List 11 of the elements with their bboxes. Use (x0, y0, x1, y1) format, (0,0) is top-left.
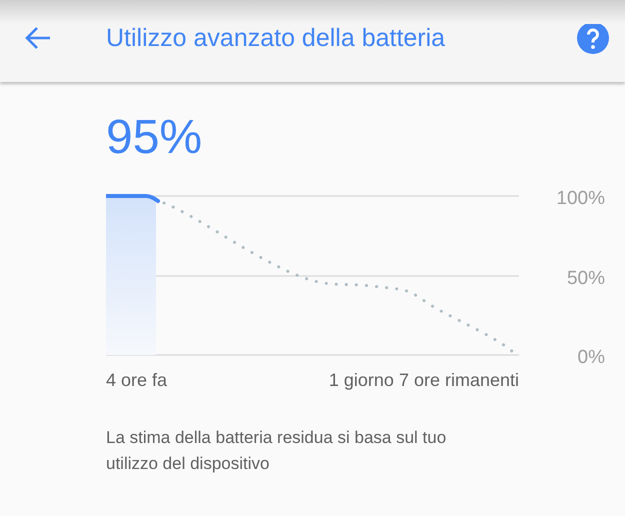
back-icon[interactable] (24, 26, 52, 50)
axis-label: 0% (578, 347, 605, 366)
axis-label: 4 ore fa (106, 370, 168, 391)
axis-label: 1 giorno 7 ore rimanenti (328, 370, 519, 391)
screen-title: Utilizzo avanzato della batteria (106, 24, 446, 52)
battery-estimate-note: La stima della batteria residua si basa sul tuo utilizzo del dispositivo (106, 427, 448, 475)
help-icon[interactable] (577, 22, 609, 54)
battery-percentage: 95% (106, 110, 204, 166)
battery-history-line (106, 194, 160, 203)
axis-label: 100% (556, 188, 605, 209)
axis-label: 50% (566, 268, 605, 289)
